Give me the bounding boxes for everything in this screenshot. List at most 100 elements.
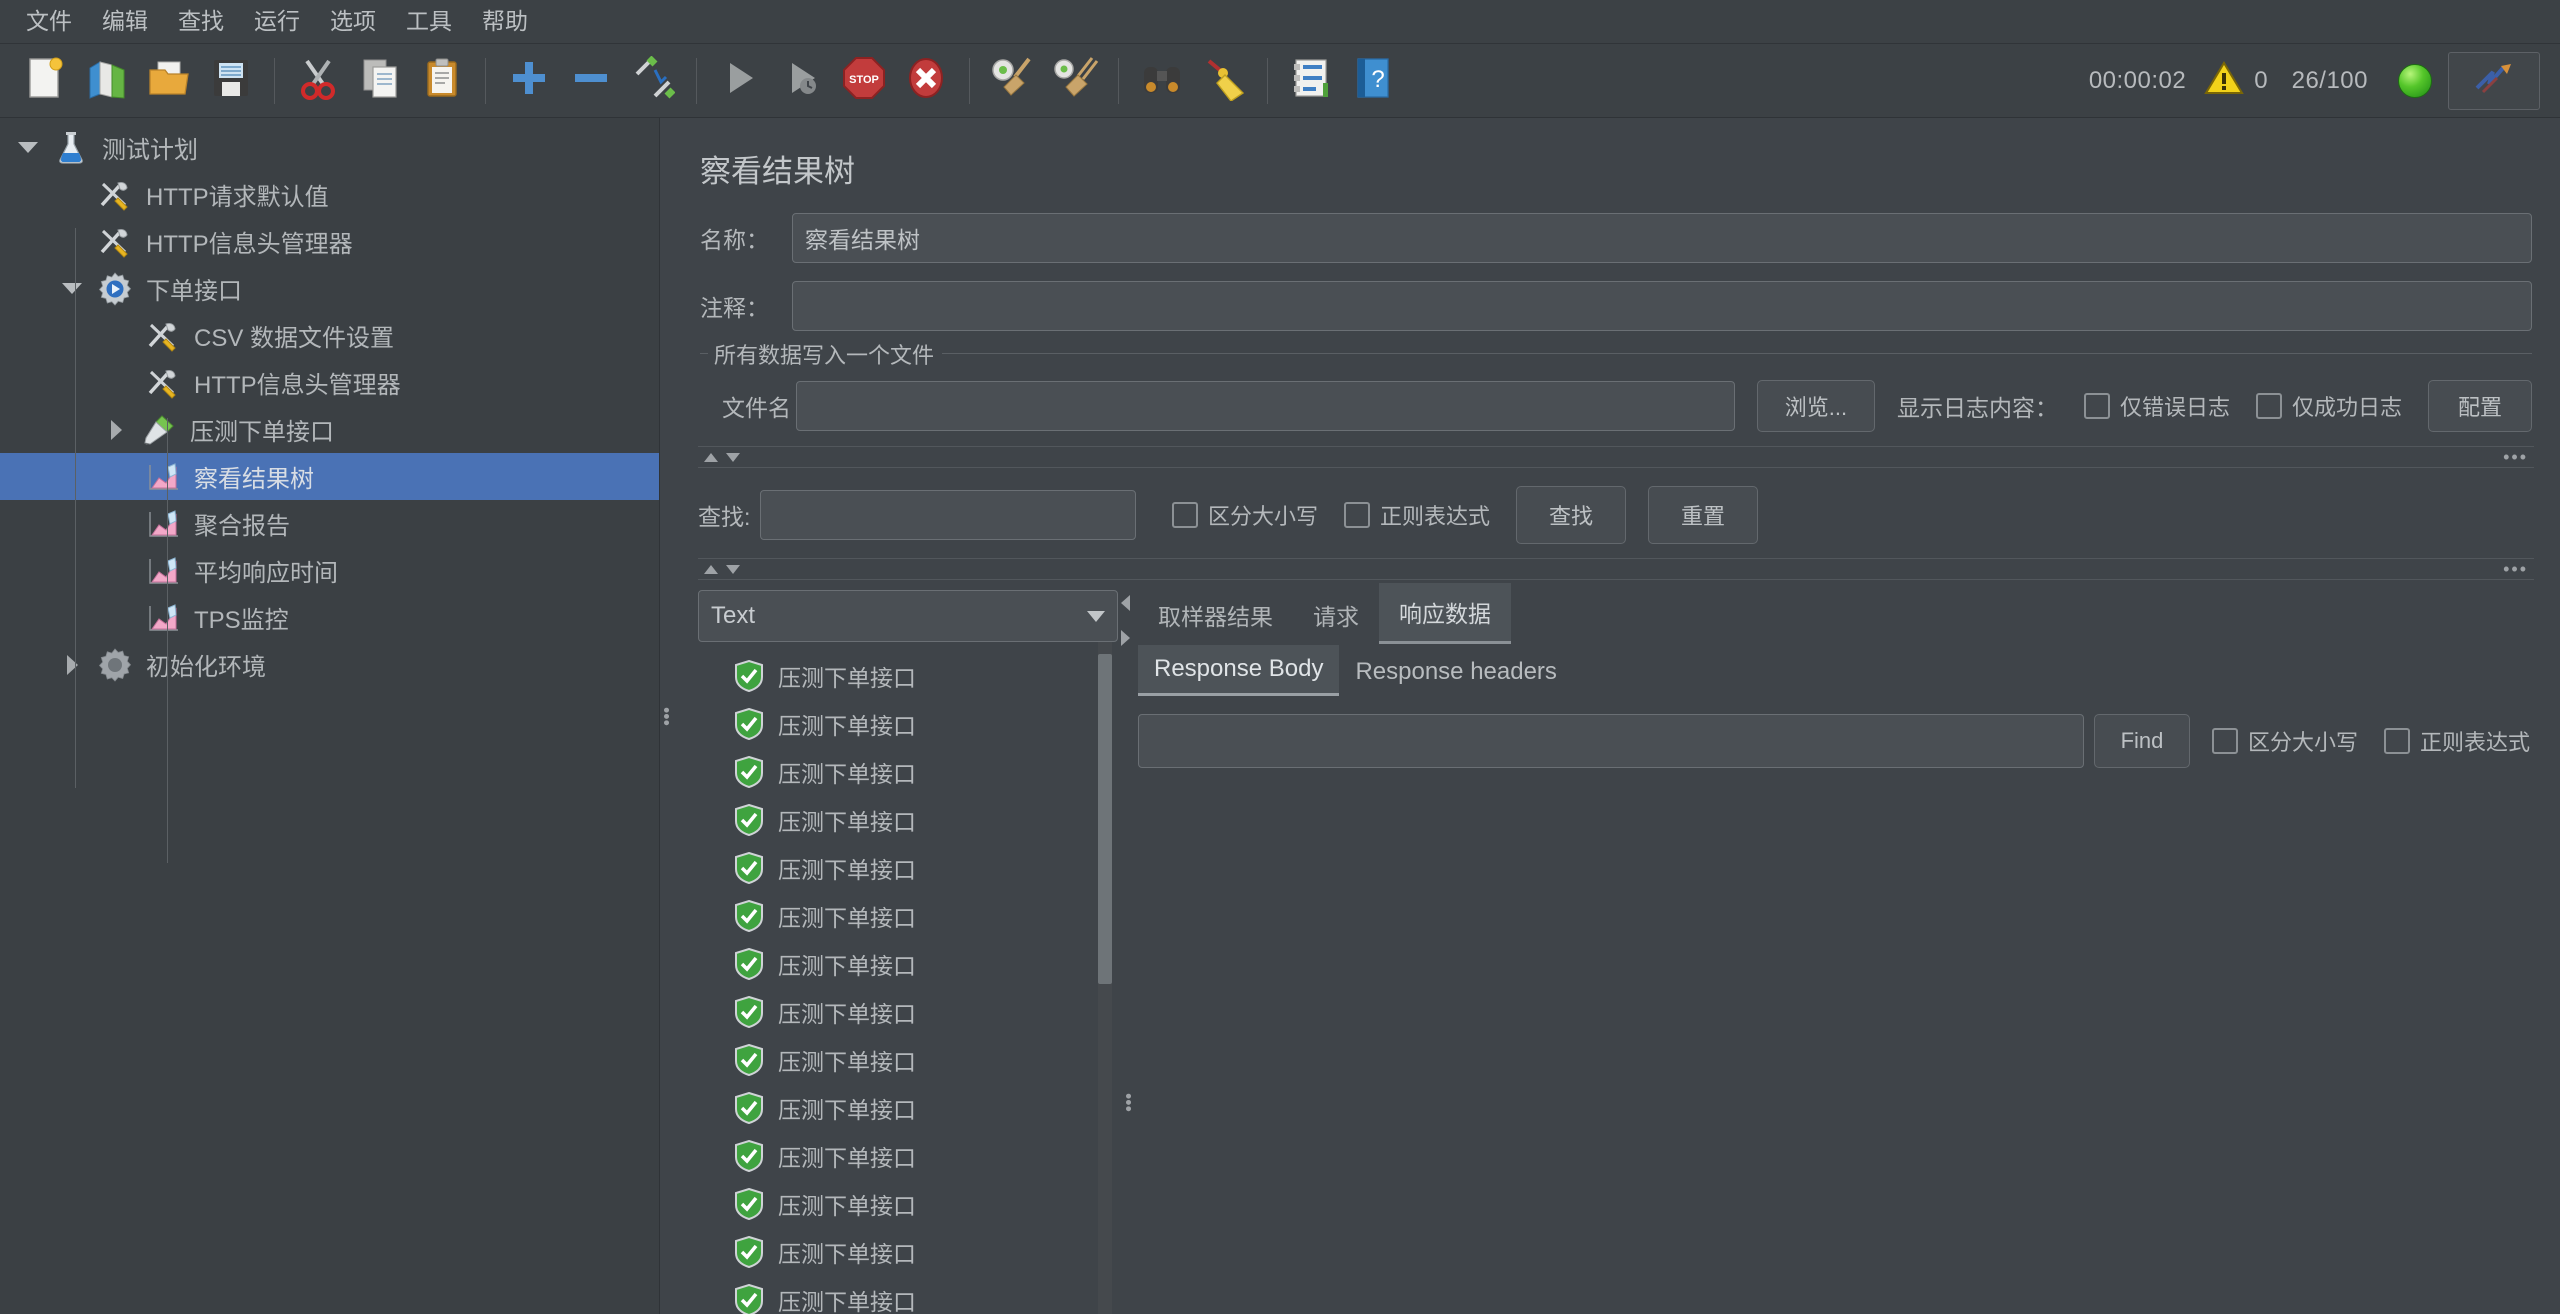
expand-right-icon[interactable] bbox=[1121, 630, 1130, 646]
menu-edit[interactable]: 编辑 bbox=[88, 5, 162, 38]
tree-item-sampler[interactable]: 压测下单接口 bbox=[0, 406, 659, 453]
list-item[interactable]: 压测下单接口 bbox=[698, 1180, 1118, 1228]
search-reset-button[interactable]: 重置 bbox=[1648, 486, 1759, 544]
tree-item-aggregate-report[interactable]: 聚合报告 bbox=[0, 500, 659, 547]
search-submit-button[interactable]: 查找 bbox=[1516, 486, 1627, 544]
response-regex-checkbox[interactable] bbox=[2383, 728, 2410, 754]
tree-item-thread-group[interactable]: 下单接口 bbox=[0, 265, 659, 312]
name-input[interactable]: 察看结果树 bbox=[792, 213, 2532, 263]
collapse-down-icon[interactable] bbox=[726, 564, 740, 574]
clear-button[interactable] bbox=[982, 50, 1044, 112]
jmeter-logo-button[interactable] bbox=[2448, 51, 2540, 110]
collapse-up-icon[interactable] bbox=[704, 452, 718, 462]
tree-item-http-header-manager[interactable]: HTTP信息头管理器 bbox=[0, 218, 659, 265]
list-item[interactable]: 压测下单接口 bbox=[698, 892, 1118, 940]
copy-button[interactable] bbox=[349, 50, 411, 112]
tree-twisty[interactable] bbox=[94, 419, 138, 440]
search-case-sensitive-checkbox[interactable] bbox=[1172, 502, 1198, 528]
open-button[interactable] bbox=[138, 50, 200, 112]
subtab-response-headers[interactable]: Response headers bbox=[1339, 648, 1572, 696]
menu-file[interactable]: 文件 bbox=[12, 5, 86, 38]
tree-twisty[interactable] bbox=[6, 142, 50, 153]
list-item[interactable]: 压测下单接口 bbox=[698, 1132, 1118, 1180]
response-find-button[interactable]: Find bbox=[2093, 714, 2190, 768]
subtab-response-body[interactable]: Response Body bbox=[1138, 645, 1340, 696]
menu-options[interactable]: 选项 bbox=[316, 5, 390, 38]
tab-sampler-result[interactable]: 取样器结果 bbox=[1138, 586, 1293, 644]
collapse-down-icon[interactable] bbox=[726, 452, 740, 462]
list-item[interactable]: 压测下单接口 bbox=[698, 844, 1118, 892]
toggle-button[interactable] bbox=[622, 50, 684, 112]
menu-help[interactable]: 帮助 bbox=[468, 5, 542, 38]
collapse-up-icon[interactable] bbox=[704, 564, 718, 574]
reset-search-button[interactable] bbox=[1193, 50, 1255, 112]
start-button[interactable] bbox=[709, 50, 771, 112]
tree-twisty[interactable] bbox=[50, 654, 94, 675]
test-plan-tree[interactable]: 测试计划 HTTP请求默认值 HTTP信息头管理器 下单接口 CSV 数据文件设… bbox=[0, 118, 660, 1314]
errors-only-checkbox-wrap[interactable]: 仅错误日志 bbox=[2083, 390, 2230, 422]
success-only-checkbox[interactable] bbox=[2255, 393, 2282, 419]
response-body-content[interactable] bbox=[1138, 768, 2534, 1314]
browse-button[interactable]: 浏览... bbox=[1756, 380, 1875, 432]
tab-request[interactable]: 请求 bbox=[1293, 586, 1379, 644]
results-detail-splitter[interactable]: ••• bbox=[1118, 590, 1138, 1314]
response-find-input[interactable] bbox=[1138, 714, 2084, 768]
errors-only-checkbox[interactable] bbox=[2083, 393, 2110, 419]
list-item[interactable]: 压测下单接口 bbox=[698, 1036, 1118, 1084]
search-case-checkbox-wrap[interactable]: 区分大小写 bbox=[1172, 499, 1318, 531]
new-button[interactable] bbox=[14, 50, 76, 112]
list-item[interactable]: 压测下单接口 bbox=[698, 652, 1118, 700]
help-button[interactable]: ? bbox=[1342, 50, 1404, 112]
tree-item-average-response-time[interactable]: 平均响应时间 bbox=[0, 547, 659, 594]
search-regex-checkbox-wrap[interactable]: 正则表达式 bbox=[1344, 499, 1490, 531]
list-item[interactable]: 压测下单接口 bbox=[698, 796, 1118, 844]
tree-main-splitter[interactable]: ••• bbox=[656, 118, 676, 1314]
save-button[interactable] bbox=[200, 50, 262, 112]
templates-button[interactable] bbox=[76, 50, 138, 112]
list-item[interactable]: 压测下单接口 bbox=[698, 1228, 1118, 1276]
shutdown-button[interactable] bbox=[895, 50, 957, 112]
tree-item-http-header-manager-2[interactable]: HTTP信息头管理器 bbox=[0, 359, 659, 406]
search-regex-checkbox[interactable] bbox=[1344, 502, 1371, 528]
collapse-all-button[interactable] bbox=[560, 50, 622, 112]
splitter-arrows[interactable] bbox=[704, 564, 740, 574]
list-item[interactable]: 压测下单接口 bbox=[698, 1276, 1118, 1314]
expand-all-button[interactable] bbox=[498, 50, 560, 112]
response-regex-checkbox-wrap[interactable]: 正则表达式 bbox=[2383, 725, 2530, 757]
list-item[interactable]: 压测下单接口 bbox=[698, 748, 1118, 796]
start-no-pauses-button[interactable] bbox=[771, 50, 833, 112]
tree-item-csv-data-set[interactable]: CSV 数据文件设置 bbox=[0, 312, 659, 359]
menu-search[interactable]: 查找 bbox=[164, 5, 238, 38]
response-case-sensitive-checkbox[interactable] bbox=[2211, 728, 2238, 754]
tree-item-tps-monitor[interactable]: TPS监控 bbox=[0, 594, 659, 641]
splitter-arrows[interactable] bbox=[704, 452, 740, 462]
function-helper-button[interactable] bbox=[1280, 50, 1342, 112]
cut-button[interactable] bbox=[287, 50, 349, 112]
warning-triangle-icon[interactable] bbox=[2204, 60, 2245, 101]
list-item[interactable]: 压测下单接口 bbox=[698, 988, 1118, 1036]
filename-input[interactable] bbox=[796, 381, 1735, 431]
response-case-checkbox-wrap[interactable]: 区分大小写 bbox=[2211, 725, 2358, 757]
tree-twisty[interactable] bbox=[50, 283, 94, 294]
tree-item-test-plan[interactable]: 测试计划 bbox=[0, 124, 659, 171]
success-only-checkbox-wrap[interactable]: 仅成功日志 bbox=[2255, 390, 2402, 422]
search-splitter[interactable]: ••• bbox=[698, 446, 2534, 468]
results-splitter[interactable]: ••• bbox=[698, 558, 2534, 580]
paste-button[interactable] bbox=[411, 50, 473, 112]
results-scrollbar-thumb[interactable] bbox=[1098, 654, 1112, 984]
stop-button[interactable]: STOP bbox=[833, 50, 895, 112]
search-input[interactable] bbox=[760, 490, 1136, 540]
tree-item-view-results-tree[interactable]: 察看结果树 bbox=[0, 453, 659, 500]
list-item[interactable]: 压测下单接口 bbox=[698, 940, 1118, 988]
menu-tools[interactable]: 工具 bbox=[392, 5, 466, 38]
list-item[interactable]: 压测下单接口 bbox=[698, 700, 1118, 748]
comment-input[interactable] bbox=[792, 281, 2532, 331]
tree-item-setup-thread-group[interactable]: 初始化环境 bbox=[0, 641, 659, 688]
sampler-results-list[interactable]: 压测下单接口 压测下单接口 压测下单接口 压测下单接口 压测下单接口 压测下单接… bbox=[698, 642, 1118, 1314]
tab-response-data[interactable]: 响应数据 bbox=[1379, 583, 1511, 644]
list-item[interactable]: 压测下单接口 bbox=[698, 1084, 1118, 1132]
menu-run[interactable]: 运行 bbox=[240, 5, 314, 38]
clear-all-button[interactable] bbox=[1044, 50, 1106, 112]
renderer-select[interactable]: Text bbox=[698, 590, 1118, 642]
expand-left-icon[interactable] bbox=[1121, 595, 1130, 611]
